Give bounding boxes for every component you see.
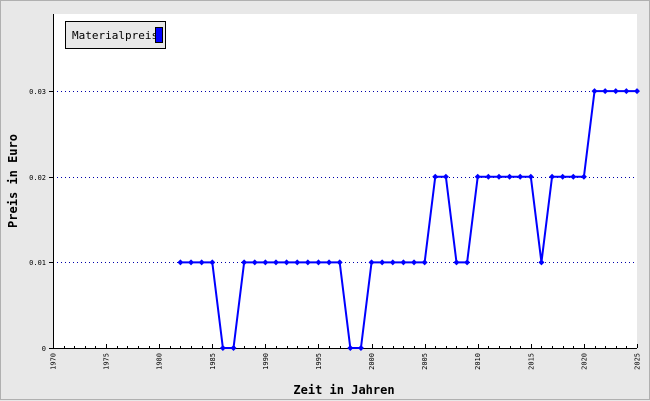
x-tick-label: 1995 xyxy=(315,353,323,370)
legend: Materialpreis xyxy=(65,21,166,49)
x-tick-label: 2020 xyxy=(580,353,588,370)
x-tick-label: 1985 xyxy=(209,353,217,370)
x-tick-label: 2000 xyxy=(368,353,376,370)
x-axis-title: Zeit in Jahren xyxy=(293,383,394,397)
x-tick-label: 1980 xyxy=(156,353,164,370)
legend-swatch xyxy=(155,27,163,43)
x-tick-label: 1990 xyxy=(262,353,270,370)
chart-frame: 0 0.01 0.02 0.03 1970 1975 1980 1985 1990 1995 200… xyxy=(0,0,650,400)
x-tick-label: 2005 xyxy=(421,353,429,370)
x-tick-label: 1975 xyxy=(103,353,111,370)
legend-label: Materialpreis xyxy=(72,29,159,42)
x-tick-label: 2015 xyxy=(527,353,535,370)
y-tick-label: 0.03 xyxy=(29,88,46,96)
y-tick-label: 0.01 xyxy=(29,259,46,267)
y-tick-label: 0 xyxy=(42,345,46,353)
x-tick-label: 2010 xyxy=(474,353,482,370)
y-axis-title: Preis in Euro xyxy=(6,134,20,228)
x-tick-label: 2025 xyxy=(634,353,642,370)
line-chart: 0 0.01 0.02 0.03 1970 1975 1980 1985 1990 1995 200… xyxy=(6,14,642,397)
y-tick-label: 0.02 xyxy=(29,174,46,182)
x-tick-label: 1970 xyxy=(50,353,58,370)
